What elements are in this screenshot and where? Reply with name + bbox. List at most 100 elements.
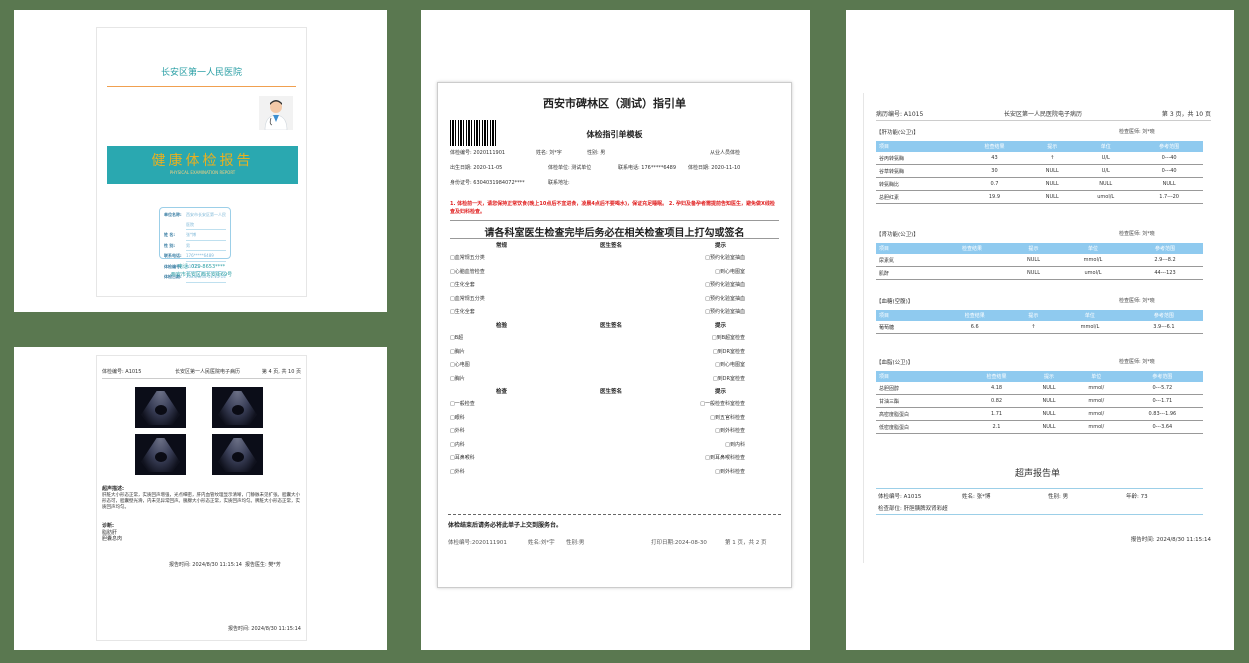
cover-field-name: 姓 名: 张*博 [164,230,226,241]
col-header-sign: 医生签名 [600,389,623,395]
cover-field-unit: 单位名称: 西安市长安区第一人民医院 [164,210,226,230]
findings-title: 超声描述: [102,486,124,492]
lab-header-rule [876,120,1211,121]
lab-cell: NULL [1008,266,1059,280]
lab-row: 葡萄糖 6.6 ↑ mmol/L 3.9---6.1 [876,321,1203,334]
lab-cell: 1.71 [965,407,1028,421]
us-header-center: 长安区第一人民医院电子病历 [175,369,241,375]
lab-cell: umol/L [1059,266,1127,280]
guide-check-item[interactable]: □血常规五分类 [450,254,485,261]
col-header-tip: 提示 [715,389,727,395]
lab-cell: 总胆固醇 [876,382,966,395]
lab-section-doctor: 检查医师: 刘*晓 [1119,298,1155,304]
lab-table: 项目 检查结果 提示 单位 参考范围 尿素氮 NULL mmol/L 2.9---8.2 肌酐 NU… [876,243,1203,280]
lab-row: 甘油三酯 0.82 NULL mmol/0---1.71 [876,394,1203,408]
guide-check-item[interactable]: □生化全套 [450,308,475,315]
guide-check-item[interactable]: □内科 [450,441,465,448]
lab-cell: NULL [1027,420,1071,434]
guide-rule [450,238,779,239]
lab-cell: 0---40 [1135,164,1203,178]
diagnosis-title: 诊断: [102,523,114,529]
lab-col-header: 项目 [876,371,966,382]
lab-col-header: 参考范围 [1135,141,1203,152]
us-part: 检查部位: 肝胆胰脾双肾彩超 [878,506,948,512]
lab-col-header: 单位 [1070,371,1122,382]
lab-cell: 0---40 [1135,152,1203,165]
col-header-sign: 医生签名 [600,323,623,329]
cover-field-gender: 性 别: 男 [164,241,226,251]
lab-table: 项目 检查结果 提示 单位 参考范围 谷丙转氨酶 43 ↑ U/L 0---40 谷草转氨酶 30 NU… [876,141,1203,204]
guide-check-item[interactable]: □外科 [450,427,465,434]
lab-cell: 6.6 [937,321,1012,334]
lab-cell: 19.9 [960,190,1029,204]
us-age: 年龄: 73 [1126,494,1148,500]
lab-cell: 高密度脂蛋白 [876,407,966,421]
lab-cell: mmol/L [1059,254,1127,267]
guide-check-item[interactable]: □心电图 [450,361,470,368]
lab-cell: 0---5.72 [1121,382,1203,395]
lab-cell: 肌酐 [876,266,937,280]
lab-cell: ↑ [1011,321,1055,334]
lab-cell: NULL [1135,177,1203,191]
lab-cell: mmol/ [1070,420,1122,434]
lab-cell: NULL [1028,177,1077,191]
lab-section-doctor: 检查医师: 刘*晓 [1119,359,1155,365]
col-header-item: 检查 [496,389,508,395]
cover-title-banner: 健康体检报告 PHYSICAL EXAMINATION REPORT [107,146,298,184]
lab-cell [936,266,1009,280]
guide-title: 西安市碑林区（测试）指引单 [543,97,686,110]
lab-cell: 0.82 [965,394,1028,408]
guide-check-item[interactable]: □B超 [450,334,463,341]
lab-col-header: 提示 [1028,141,1077,152]
guide-check-tip: □到耳鼻喉科检查 [705,455,745,461]
guide-check-tip: □到B超室检查 [711,335,745,341]
guide-check-item[interactable]: □外科 [450,468,465,475]
lab-results-panel[interactable]: 病历编号: A1015 长安区第一人民医院电子病历 第 3 页，共 10 页 【… [846,10,1234,650]
lab-cell: 0.83---1.96 [1121,407,1203,421]
guide-check-item[interactable]: □胸片 [450,348,465,355]
ultrasound-image [212,387,263,428]
lab-cell: 转氨酶比 [876,177,961,191]
lab-col-header: 提示 [1027,371,1071,382]
lab-col-header: 提示 [1008,243,1059,254]
guide-check-item[interactable]: □生化全套 [450,281,475,288]
guide-sheet: 西安市碑林区（测试）指引单 体检指引单模板 体检编号: 2020111901 姓… [437,82,792,588]
lab-col-header: 参考范围 [1127,243,1203,254]
lab-col-header: 参考范围 [1124,310,1203,321]
ultrasound-page-panel[interactable]: 体检编号: A1015 长安区第一人民医院电子病历 第 4 页, 共 10 页 … [14,347,387,650]
cover-address: 西安市长安区西长安街69号 [170,272,233,278]
lab-cell: 2.1 [965,420,1028,434]
lab-cell: 44---123 [1127,266,1203,280]
guide-instruction: 请各科室医生检查完毕后务必在相关检查项目上打勾或签名 [484,228,745,239]
us-name: 姓名: 张*博 [962,494,991,500]
lab-cell: 30 [960,164,1029,178]
lab-cell: mmol/L [1054,321,1125,334]
guide-check-item[interactable]: □血常规五分类 [450,295,485,302]
cover-title: 健康体检报告 [151,153,254,169]
lab-cell: 2.9---8.2 [1127,254,1203,267]
ultrasound-image [212,434,263,475]
cover-page-panel[interactable]: 长安区第一人民医院 健康体检报告 PHYSICAL EXAMINATION RE… [14,10,387,312]
guide-check-tip: □预约化验室抽血 [705,309,745,315]
lab-section-title: 【血糖(空腹)】 [876,299,914,305]
lab-cell: U/L [1076,152,1136,165]
guide-rule [450,220,779,221]
ultrasound-image [135,387,186,428]
lab-cell: mmol/ [1070,394,1122,408]
guide-sheet-panel[interactable]: 西安市碑林区（测试）指引单 体检指引单模板 体检编号: 2020111901 姓… [421,10,810,650]
guide-check-item[interactable]: □一般检查 [450,400,475,407]
lab-sheet: 病历编号: A1015 长安区第一人民医院电子病历 第 3 页，共 10 页 【… [863,93,1211,563]
lab-row: 谷丙转氨酶 43 ↑ U/L 0---40 [876,152,1203,165]
lab-cell: NULL [1008,254,1059,267]
us-header-left: 体检编号: A1015 [102,369,142,375]
lab-cell: 4.18 [965,382,1028,395]
us-report-rule [876,488,1203,489]
lab-cell: NULL [1028,164,1077,178]
guide-check-item[interactable]: □心脑血管检查 [450,268,485,275]
guide-check-tip: □到五官科检查 [710,414,745,421]
lab-cell: 葡萄糖 [876,321,938,334]
guide-check-item[interactable]: □胸片 [450,375,465,382]
lab-cell: 谷丙转氨酶 [876,152,961,165]
guide-check-item[interactable]: □眼科 [450,414,465,421]
guide-check-item[interactable]: □耳鼻喉科 [450,454,475,461]
